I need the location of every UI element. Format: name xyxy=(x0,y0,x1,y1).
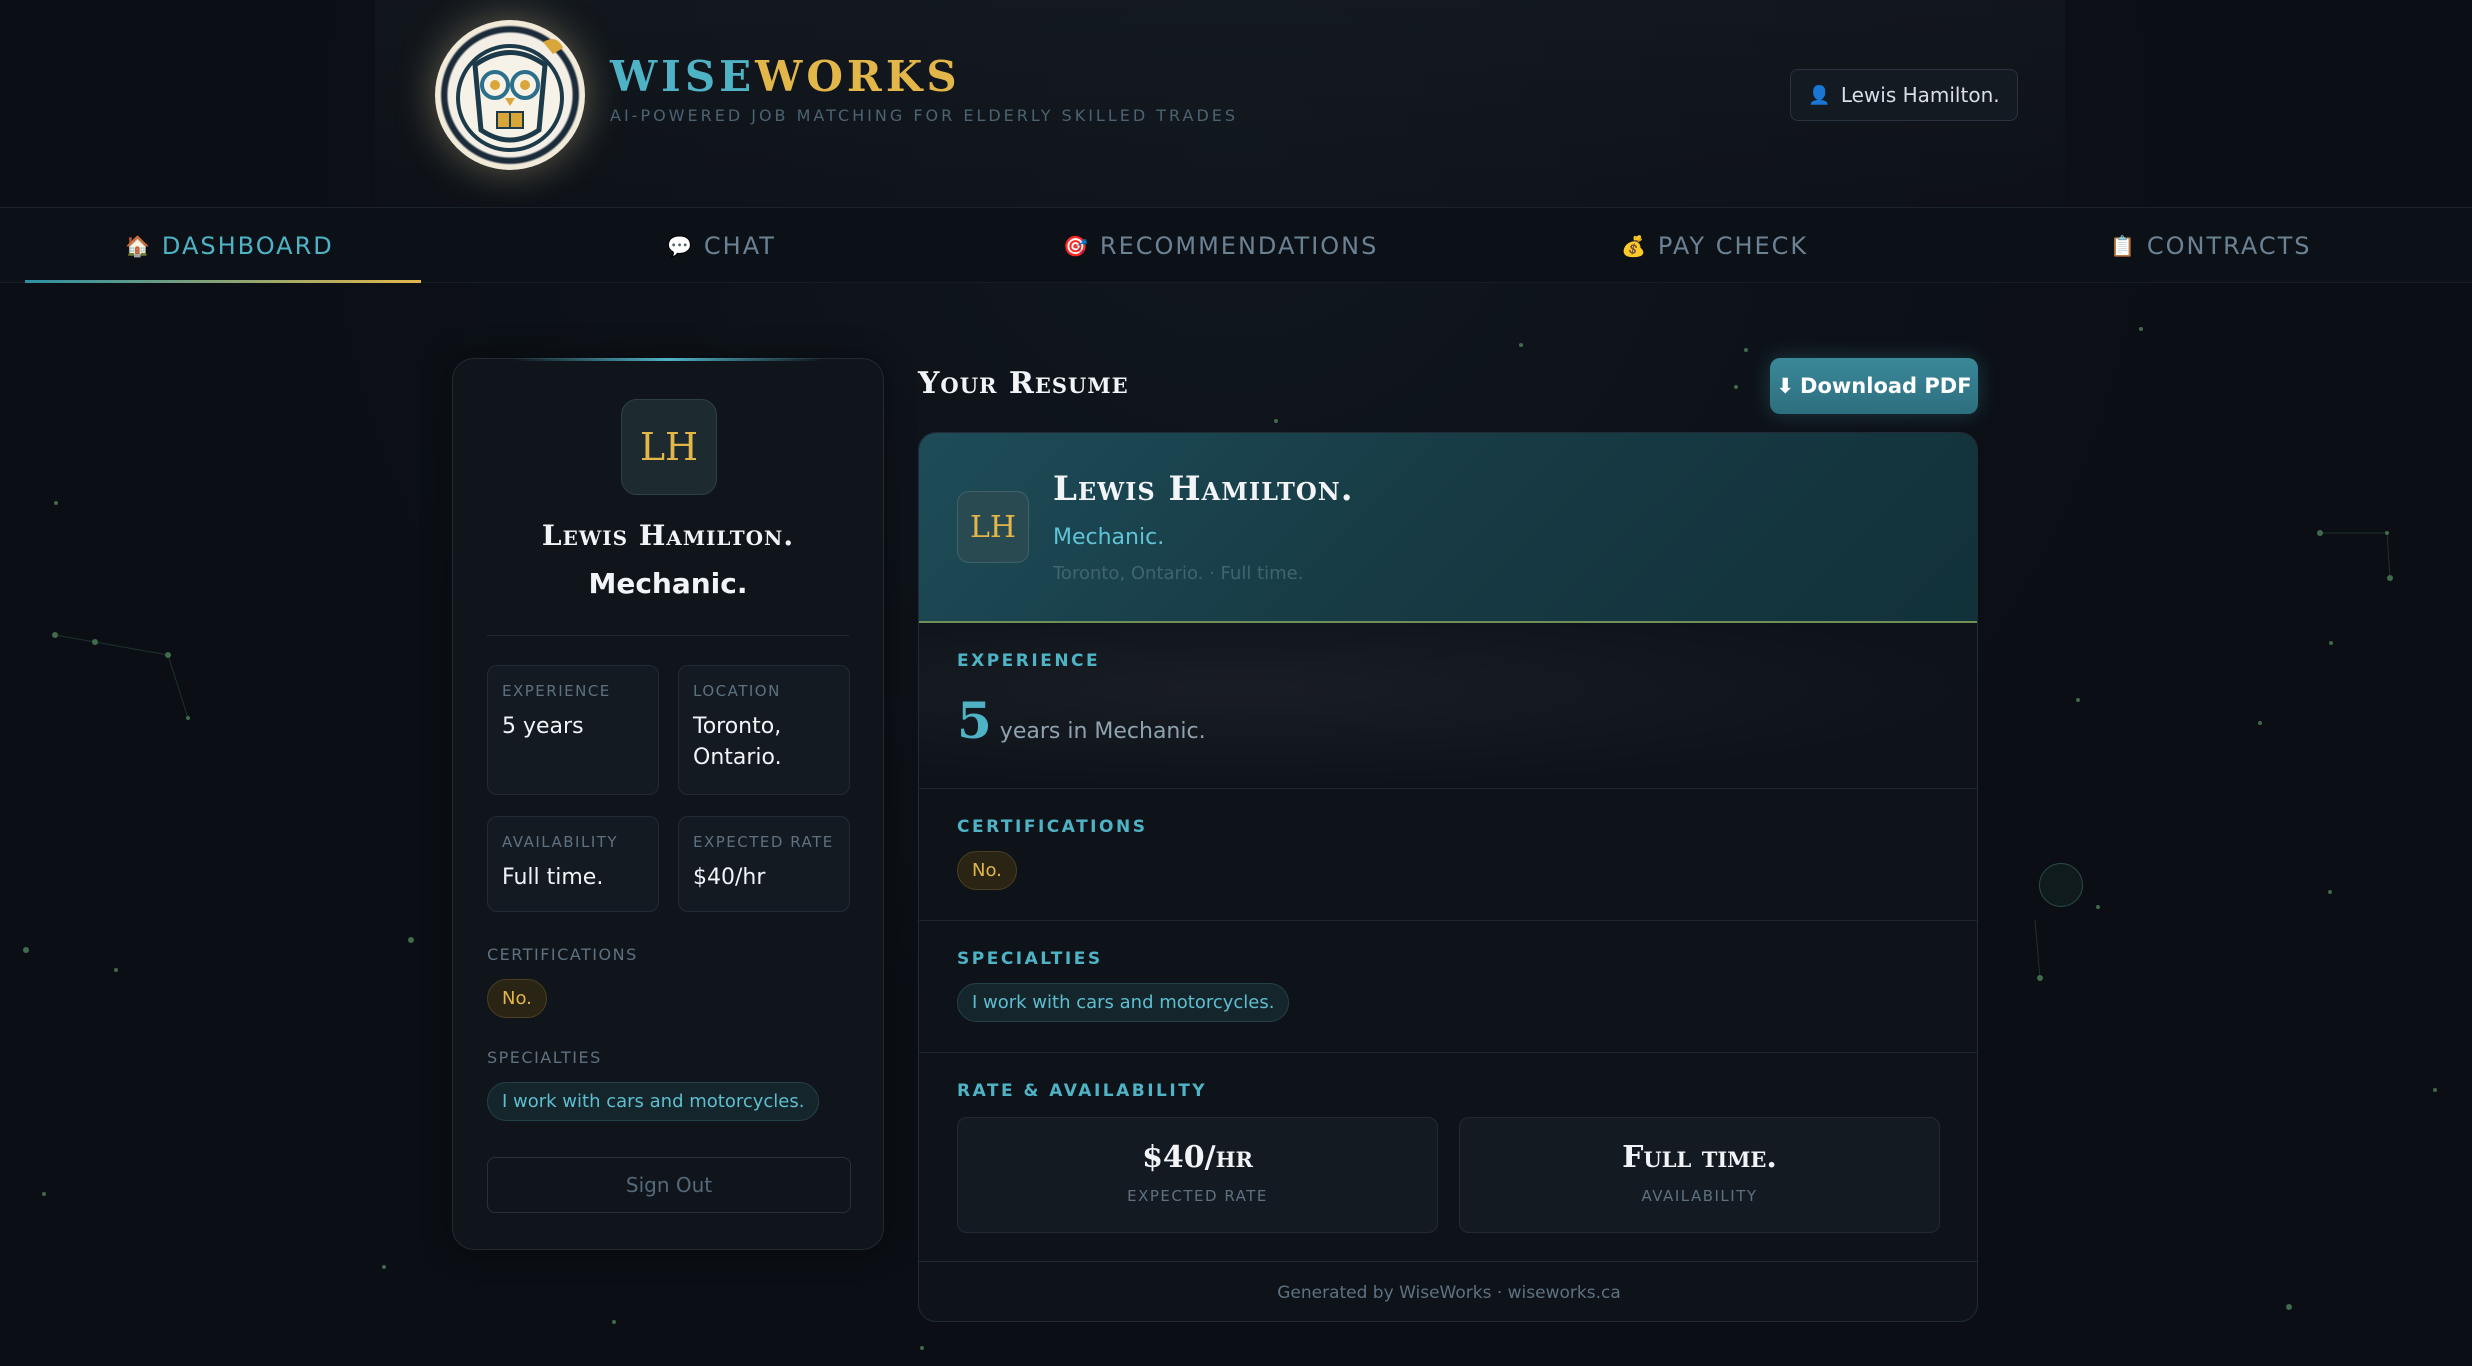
brand-wise: WISE xyxy=(610,52,756,101)
tab-pay-check[interactable]: 💰 PAY CHECK xyxy=(1621,208,1808,284)
user-chip-name: Lewis Hamilton. xyxy=(1840,83,2000,107)
resume-specialties-section: SPECIALTIES I work with cars and motorcy… xyxy=(919,921,1977,1053)
resume-specialties-label: SPECIALTIES xyxy=(957,949,1103,969)
clipboard-icon: 📋 xyxy=(2110,234,2137,258)
availability-caption: AVAILABILITY xyxy=(1641,1187,1758,1205)
resume-meta: Toronto, Ontario. · Full time. xyxy=(1053,563,1304,584)
floating-circle-button[interactable] xyxy=(2039,863,2083,907)
resume-header: LH Lewis Hamilton. Mechanic. Toronto, On… xyxy=(919,433,1977,623)
certifications-label: CERTIFICATIONS xyxy=(487,945,638,964)
person-icon: 👤 xyxy=(1808,84,1831,106)
stat-availability-value: Full time. xyxy=(502,865,604,890)
avatar: LH xyxy=(621,399,717,495)
app-header: WISEWORKS AI-POWERED JOB MATCHING FOR EL… xyxy=(375,0,2065,207)
rate-value: $40/hr xyxy=(1142,1140,1253,1175)
specialty-tag: I work with cars and motorcycles. xyxy=(487,1082,820,1121)
stat-location: LOCATION Toronto, Ontario. xyxy=(678,665,850,795)
user-chip[interactable]: 👤 Lewis Hamilton. xyxy=(1790,69,2018,121)
experience-text: years in Mechanic. xyxy=(999,719,1206,744)
availability-value: Full time. xyxy=(1622,1140,1777,1175)
tab-pay-check-label: PAY CHECK xyxy=(1657,232,1809,260)
resume-experience-label: EXPERIENCE xyxy=(957,651,1101,671)
divider xyxy=(487,635,849,636)
resume-rate-section: RATE & AVAILABILITY $40/hr EXPECTED RATE… xyxy=(919,1053,1977,1261)
resume-avatar: LH xyxy=(957,491,1029,563)
tab-recommendations[interactable]: 🎯 RECOMMENDATIONS xyxy=(1063,208,1378,284)
brand-name: WISEWORKS xyxy=(610,52,961,101)
money-bag-icon: 💰 xyxy=(1621,234,1648,258)
stat-rate-label: EXPECTED RATE xyxy=(693,833,834,851)
resume-title: Your Resume xyxy=(918,366,1129,401)
rate-box: $40/hr EXPECTED RATE xyxy=(957,1117,1438,1233)
availability-box: Full time. AVAILABILITY xyxy=(1459,1117,1940,1233)
profile-name: Lewis Hamilton. xyxy=(541,519,795,552)
main-nav: 🏠 DASHBOARD 💬 CHAT 🎯 RECOMMENDATIONS 💰 P… xyxy=(0,207,2472,283)
resume-certification-badge: No. xyxy=(957,851,1017,890)
stat-availability: AVAILABILITY Full time. xyxy=(487,816,659,912)
download-icon: ⬇ xyxy=(1776,374,1795,398)
profile-role: Mechanic. xyxy=(588,567,748,600)
download-pdf-label: Download PDF xyxy=(1800,374,1972,398)
resume-preview: LH Lewis Hamilton. Mechanic. Toronto, On… xyxy=(918,432,1978,1322)
specialties-label: SPECIALTIES xyxy=(487,1048,602,1067)
stat-experience: EXPERIENCE 5 years xyxy=(487,665,659,795)
brand-works: WORKS xyxy=(755,52,961,101)
tab-contracts[interactable]: 📋 CONTRACTS xyxy=(2110,208,2312,284)
stat-experience-value: 5 years xyxy=(502,714,584,739)
resume-specialty-tag: I work with cars and motorcycles. xyxy=(957,983,1290,1022)
stat-availability-label: AVAILABILITY xyxy=(502,833,619,851)
owl-logo-icon[interactable] xyxy=(435,20,585,170)
house-icon: 🏠 xyxy=(125,234,152,258)
resume-certifications-section: CERTIFICATIONS No. xyxy=(919,789,1977,921)
tab-dashboard[interactable]: 🏠 DASHBOARD xyxy=(125,208,334,284)
resume-certifications-label: CERTIFICATIONS xyxy=(957,817,1148,837)
tab-chat[interactable]: 💬 CHAT xyxy=(667,208,776,284)
brand-tagline: AI-POWERED JOB MATCHING FOR ELDERLY SKIL… xyxy=(610,106,1239,125)
certification-badge: No. xyxy=(487,979,547,1018)
stat-location-label: LOCATION xyxy=(693,682,781,700)
resume-footer: Generated by WiseWorks · wiseworks.ca xyxy=(919,1261,1977,1321)
resume-name: Lewis Hamilton. xyxy=(1053,469,1354,509)
experience-years: 5 xyxy=(957,691,992,750)
target-icon: 🎯 xyxy=(1063,234,1090,258)
download-pdf-button[interactable]: ⬇ Download PDF xyxy=(1770,358,1978,414)
resume-experience-line: 5 years in Mechanic. xyxy=(957,691,1206,750)
tab-dashboard-label: DASHBOARD xyxy=(161,232,334,260)
stat-rate-value: $40/hr xyxy=(693,865,766,890)
stat-expected-rate: EXPECTED RATE $40/hr xyxy=(678,816,850,912)
resume-experience-section: EXPERIENCE 5 years in Mechanic. xyxy=(919,623,1977,789)
rate-caption: EXPECTED RATE xyxy=(1127,1187,1268,1205)
tab-chat-label: CHAT xyxy=(703,232,776,260)
tab-recommendations-label: RECOMMENDATIONS xyxy=(1099,232,1379,260)
stat-experience-label: EXPERIENCE xyxy=(502,682,611,700)
profile-card: LH Lewis Hamilton. Mechanic. EXPERIENCE … xyxy=(452,358,884,1250)
stat-location-value: Toronto, Ontario. xyxy=(693,714,782,770)
resume-rate-label: RATE & AVAILABILITY xyxy=(957,1081,1208,1101)
active-tab-indicator xyxy=(25,280,421,283)
resume-role: Mechanic. xyxy=(1053,525,1165,550)
tab-contracts-label: CONTRACTS xyxy=(2146,232,2312,260)
sign-out-button[interactable]: Sign Out xyxy=(487,1157,851,1213)
speech-bubble-icon: 💬 xyxy=(667,234,694,258)
